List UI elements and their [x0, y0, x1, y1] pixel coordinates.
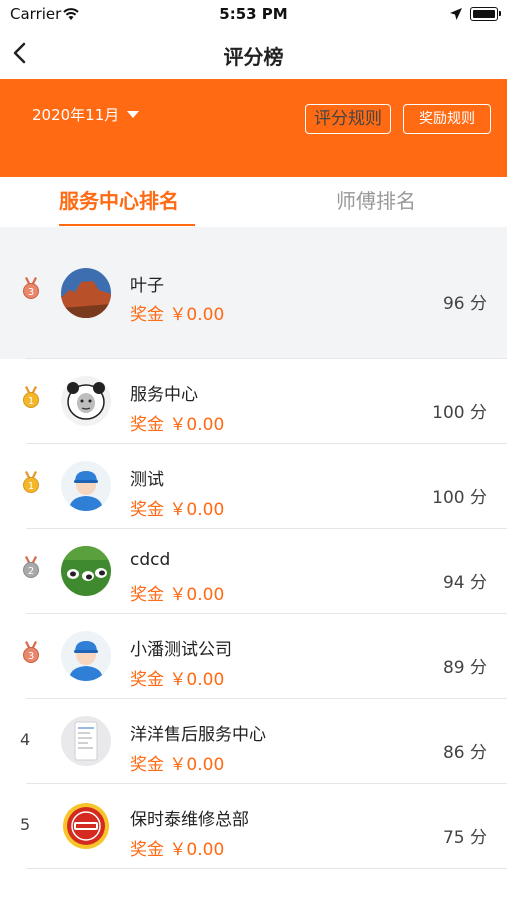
month-label: 2020年11月	[32, 106, 120, 124]
avatar	[61, 716, 111, 766]
avatar	[61, 801, 111, 851]
item-bonus: 奖金 ￥0.00	[130, 840, 225, 860]
medal-rank: 2	[28, 566, 34, 577]
item-score: 100 分	[432, 488, 487, 508]
ranking-tabs: 服务中心排名 师傅排名	[0, 177, 507, 227]
item-name: 叶子	[130, 276, 164, 296]
tab-master[interactable]: 师傅排名	[336, 185, 416, 214]
silver-medal-icon: 2	[20, 555, 42, 579]
bronze-medal-icon: 3	[20, 640, 42, 664]
list-item[interactable]: 1 服务中心 奖金 ￥0.00 100 分	[0, 359, 507, 444]
gold-medal-icon: 1	[20, 385, 42, 409]
divider	[26, 868, 507, 869]
avatar	[61, 631, 111, 681]
gold-medal-icon: 1	[20, 470, 42, 494]
item-name: 小潘测试公司	[130, 640, 232, 660]
list-item[interactable]: 4 洋洋售后服务中心 奖金 ￥0.00 86 分	[0, 699, 507, 784]
medal-rank: 1	[28, 481, 34, 492]
avatar	[61, 461, 111, 511]
item-bonus: 奖金 ￥0.00	[130, 585, 225, 605]
month-selector[interactable]: 2020年11月	[32, 104, 140, 125]
medal-rank: 1	[28, 396, 34, 407]
item-bonus: 奖金 ￥0.00	[130, 415, 225, 435]
battery-tip	[499, 11, 501, 16]
item-score: 94 分	[442, 573, 487, 593]
item-bonus: 奖金 ￥0.00	[130, 670, 225, 690]
list-item[interactable]: 3 小潘测试公司 奖金 ￥0.00 89 分	[0, 614, 507, 699]
item-name: 保时泰维修总部	[130, 810, 249, 830]
item-bonus: 奖金 ￥0.00	[130, 305, 225, 325]
status-bar: Carrier 5:53 PM	[0, 0, 507, 28]
list-item[interactable]: 3 叶子 奖金 ￥0.00 96 分	[0, 227, 507, 359]
clock: 5:53 PM	[219, 5, 288, 23]
caret-down-icon	[127, 111, 140, 118]
item-name: 测试	[130, 470, 164, 490]
item-name: cdcd	[130, 550, 171, 570]
rank-number: 5	[20, 815, 31, 834]
item-bonus: 奖金 ￥0.00	[130, 500, 225, 520]
nav-bar: 评分榜	[0, 28, 507, 79]
list-item[interactable]: 1 测试 奖金 ￥0.00 100 分	[0, 444, 507, 529]
active-tab-indicator	[59, 224, 195, 226]
list-item[interactable]: 5 保时泰维修总部 奖金 ￥0.00 75 分	[0, 784, 507, 869]
rank-number: 4	[20, 730, 31, 749]
item-bonus: 奖金 ￥0.00	[130, 755, 225, 775]
item-score: 100 分	[432, 403, 487, 423]
bronze-medal-icon: 3	[20, 276, 42, 300]
item-score: 86 分	[442, 743, 487, 763]
medal-rank: 3	[28, 651, 34, 662]
page-title: 评分榜	[223, 45, 284, 69]
header-banner: 2020年11月 评分规则 奖励规则	[0, 79, 507, 177]
location-arrow-icon	[449, 6, 463, 25]
medal-rank: 3	[28, 287, 34, 298]
item-score: 75 分	[442, 828, 487, 848]
item-name: 服务中心	[130, 385, 198, 405]
item-name: 洋洋售后服务中心	[130, 725, 266, 745]
item-score: 96 分	[442, 294, 487, 314]
score-rules-button[interactable]: 评分规则	[305, 104, 391, 134]
tab-service-center[interactable]: 服务中心排名	[59, 185, 179, 214]
list-item[interactable]: 2 cdcd 奖金 ￥0.00 94 分	[0, 529, 507, 614]
avatar	[61, 376, 111, 426]
ranking-list: 3 叶子 奖金 ￥0.00 96 分 1 服务中心 奖金 ￥0.00 100 分…	[0, 227, 507, 900]
avatar	[61, 268, 111, 318]
reward-rules-button[interactable]: 奖励规则	[403, 104, 491, 134]
item-score: 89 分	[442, 658, 487, 678]
battery-icon	[470, 7, 498, 21]
avatar	[61, 546, 111, 596]
